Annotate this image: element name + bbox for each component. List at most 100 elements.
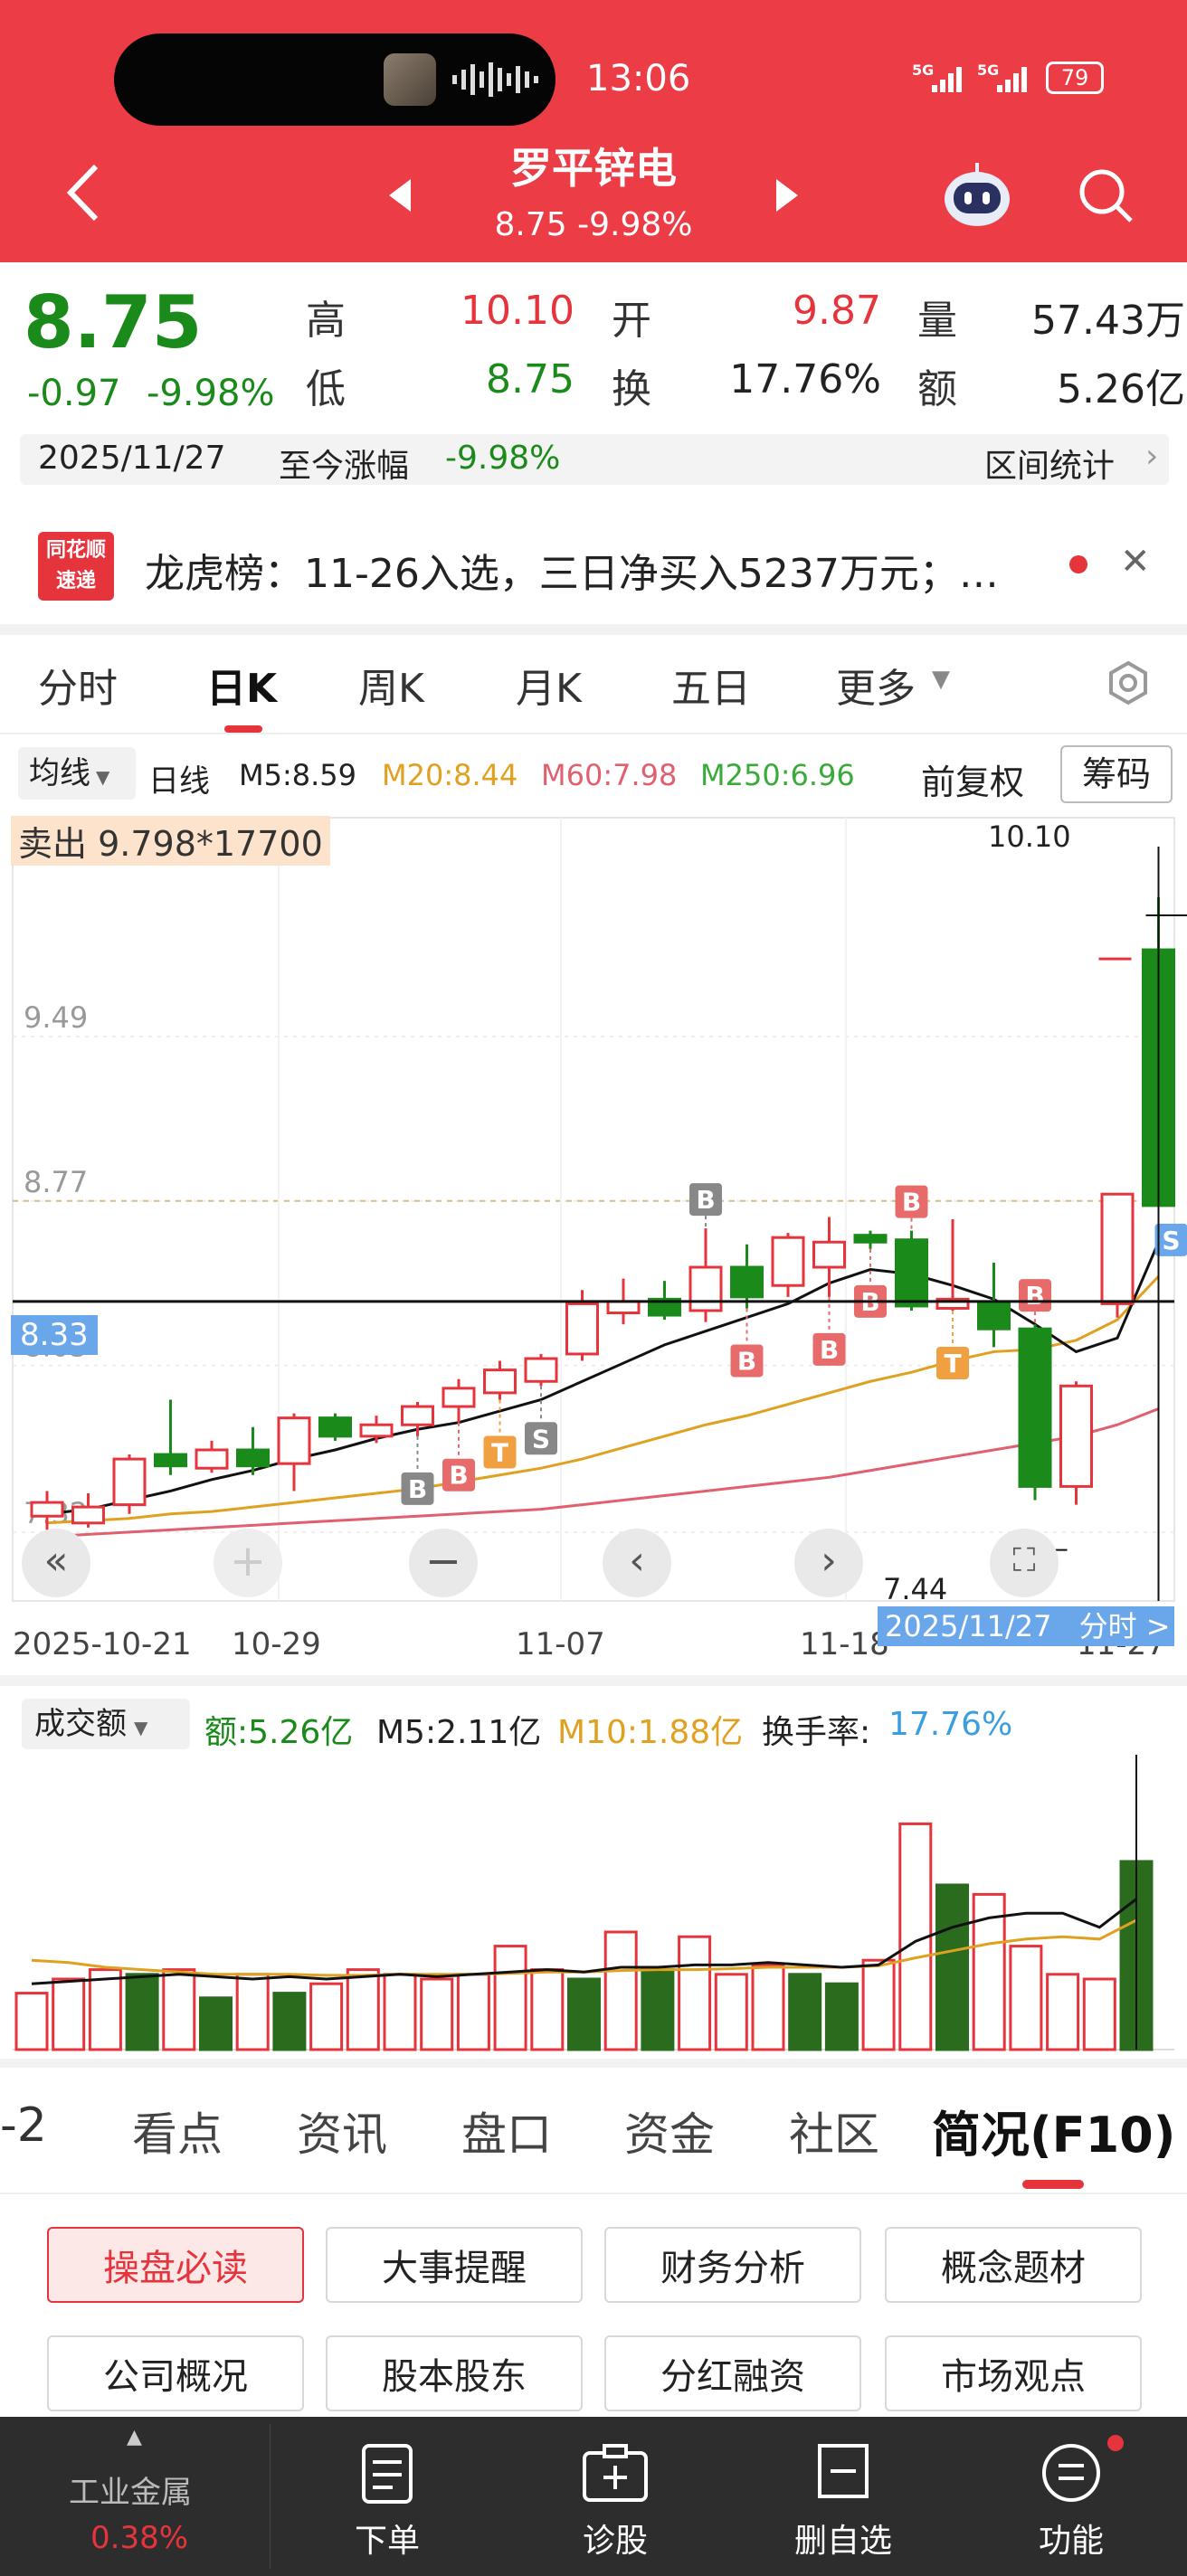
price-change-pct: -9.98% <box>147 373 275 414</box>
f10-button-events[interactable]: 大事提醒 <box>326 2227 583 2303</box>
tab-time-share[interactable]: 分时 <box>38 656 118 714</box>
volume-chart[interactable] <box>0 1755 1187 2053</box>
divider <box>0 2059 1187 2068</box>
volume-bar <box>493 1945 527 2051</box>
trade-marker-label: S <box>532 1424 550 1454</box>
volume-bar <box>52 1977 86 2051</box>
range-stats-link[interactable]: 区间统计 <box>984 440 1115 487</box>
chevron-right-icon: › <box>1145 438 1159 475</box>
tab-funds[interactable]: 资金 <box>624 2098 715 2164</box>
step-left-icon[interactable]: ‹ <box>603 1529 671 1597</box>
volume-bar <box>14 1992 49 2051</box>
bottom-item-functions[interactable]: 功能 <box>1008 2514 1135 2562</box>
range-date: 2025/11/27 <box>38 440 226 477</box>
candle-body <box>401 1405 434 1426</box>
candle-body <box>977 1302 1011 1331</box>
trade-marker-label: B <box>408 1474 427 1504</box>
candle-body <box>30 1501 64 1518</box>
candle-body <box>359 1423 394 1438</box>
bottom-item-order[interactable]: 下单 <box>324 2514 451 2562</box>
f10-button-dividends[interactable]: 分红融资 <box>604 2335 861 2411</box>
unread-dot <box>1069 555 1087 573</box>
dropdown-arrow-icon: ▼ <box>134 1717 148 1738</box>
fullscreen-icon[interactable]: ⛶ <box>990 1529 1059 1597</box>
ma-selector[interactable]: 均线 ▼ <box>18 747 136 800</box>
tab-community[interactable]: 社区 <box>789 2098 879 2164</box>
settings-icon[interactable] <box>1106 660 1151 706</box>
tab-order-book[interactable]: 盘口 <box>461 2098 552 2164</box>
volume-bar <box>567 1977 601 2051</box>
x-label: 11-07 <box>516 1626 605 1662</box>
volume-bar <box>1082 1977 1116 2051</box>
f10-button-concepts[interactable]: 概念题材 <box>885 2227 1142 2303</box>
zoom-in-icon[interactable]: + <box>214 1529 282 1597</box>
candle-body <box>730 1265 764 1299</box>
f10-button-finance[interactable]: 财务分析 <box>604 2227 861 2303</box>
bottom-item-remove-watchlist[interactable]: 删自选 <box>780 2514 907 2562</box>
trade-marker-label: S <box>1162 1226 1180 1255</box>
functions-icon <box>1042 2444 1100 2502</box>
bottom-item-diagnose[interactable]: 诊股 <box>552 2514 679 2562</box>
remove-watchlist-icon <box>818 2444 869 2498</box>
trade-marker-label: T <box>944 1349 961 1378</box>
robot-assistant-icon[interactable] <box>941 159 1013 228</box>
tab-more[interactable]: 更多 <box>836 656 916 714</box>
chips-button[interactable]: 筹码 <box>1060 745 1173 803</box>
notification-dot <box>1107 2435 1124 2451</box>
f10-button-profile[interactable]: 公司概况 <box>47 2335 304 2411</box>
news-text[interactable]: 龙虎榜：11-26入选，三日净买入5237万元；… <box>145 541 1031 599</box>
next-stock-icon[interactable] <box>773 177 800 213</box>
candle-body <box>524 1357 558 1383</box>
f10-button-opinions[interactable]: 市场观点 <box>885 2335 1142 2411</box>
candle-body <box>1018 1327 1052 1488</box>
back-icon[interactable] <box>65 163 101 223</box>
tab-partial[interactable]: -2 <box>0 2098 47 2153</box>
volume-selector[interactable]: 成交额 ▼ <box>22 1699 190 1749</box>
kline-chart[interactable]: 9.498.778.057.32 BBTSBBBBBTBS <box>0 810 1187 1606</box>
cursor-date-label[interactable]: 2025/11/27 分时 > <box>878 1606 1174 1646</box>
volume-bar <box>346 1968 380 2051</box>
prev-stock-icon[interactable] <box>387 177 414 213</box>
f10-button-operate[interactable]: 操盘必读 <box>47 2227 304 2303</box>
high-label: 高 <box>306 298 346 344</box>
volume-bar <box>861 1958 896 2051</box>
tab-highlights[interactable]: 看点 <box>132 2098 223 2164</box>
volume-bar <box>162 1968 196 2051</box>
volume-bar <box>88 1968 122 2051</box>
trade-marker-label: B <box>1025 1281 1044 1311</box>
low-marker-label: 7.44 <box>883 1572 948 1606</box>
tab-five-day[interactable]: 五日 <box>671 656 751 714</box>
scroll-left-fast-icon[interactable]: « <box>22 1529 90 1597</box>
ma20-value: M20:8.44 <box>382 758 518 792</box>
f10-button-shareholders[interactable]: 股本股东 <box>326 2335 583 2411</box>
volume-bar <box>641 1968 675 2051</box>
expand-arrow-icon[interactable]: ▲ <box>127 2426 142 2448</box>
header-bar: 13:06 5G 5G 79 罗平锌电 8.75 -9.98% <box>0 0 1187 262</box>
x-label: 11-18 <box>800 1626 889 1662</box>
volume-bar <box>935 1883 969 2051</box>
tab-f10[interactable]: 简况(F10) <box>932 2095 1175 2166</box>
tab-weekly-k[interactable]: 周K <box>358 656 424 714</box>
low-label: 低 <box>306 366 346 412</box>
sector-pct: 0.38% <box>90 2520 189 2556</box>
volume-bar <box>125 1973 159 2051</box>
stock-subtitle: 8.75 -9.98% <box>494 206 693 243</box>
step-right-icon[interactable]: › <box>794 1529 863 1597</box>
tab-news[interactable]: 资讯 <box>297 2098 387 2164</box>
news-logo: 同花顺 速递 <box>38 532 114 601</box>
range-label: 至今涨幅 <box>279 448 410 485</box>
candle-body <box>812 1240 846 1269</box>
adjust-mode[interactable]: 前复权 <box>921 754 1024 804</box>
sector-name[interactable]: 工业金属 <box>69 2467 192 2512</box>
zoom-out-icon[interactable]: − <box>409 1529 478 1597</box>
close-icon[interactable]: ✕ <box>1120 541 1151 582</box>
search-icon[interactable] <box>1077 166 1135 224</box>
tab-daily-k[interactable]: 日K <box>206 656 277 714</box>
bottom-bar: ▲ 工业金属 0.38% 下单 诊股 删自选 功能 <box>0 2417 1187 2576</box>
divider <box>0 733 1187 734</box>
tab-monthly-k[interactable]: 月K <box>516 656 582 714</box>
volume-ma10-line <box>31 1918 1137 1977</box>
trade-marker-label: B <box>902 1188 921 1217</box>
range-bar[interactable]: 2025/11/27 至今涨幅 -9.98% 区间统计 › <box>20 434 1169 485</box>
audio-wave-icon <box>452 62 538 97</box>
